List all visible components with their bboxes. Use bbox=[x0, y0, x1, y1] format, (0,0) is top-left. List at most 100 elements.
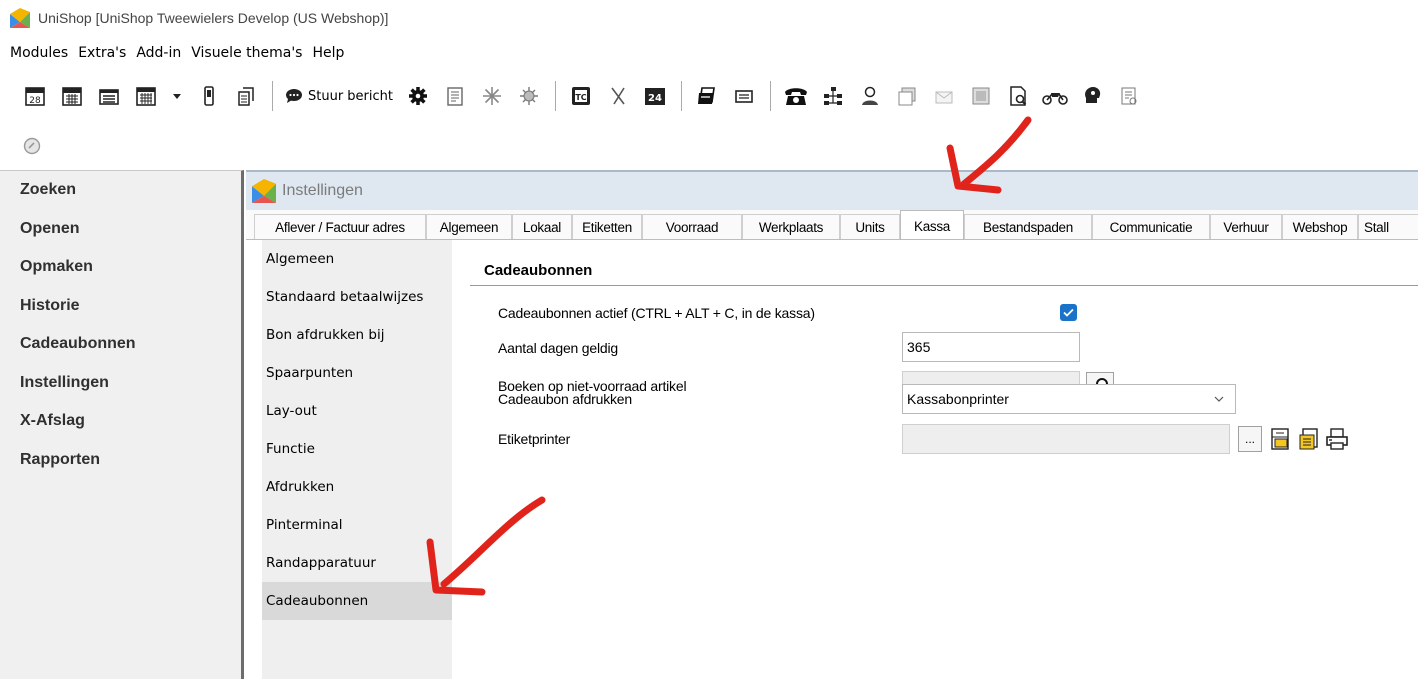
send-message-label: Stuur bericht bbox=[308, 88, 393, 104]
toolbar-separator bbox=[272, 81, 273, 111]
x-tool-icon[interactable] bbox=[605, 83, 631, 109]
printer-icon[interactable] bbox=[1324, 426, 1350, 452]
calendar-day-icon[interactable]: 28 bbox=[22, 83, 48, 109]
tab-algemeen[interactable]: Algemeen bbox=[426, 214, 512, 239]
send-message-button[interactable]: Stuur bericht bbox=[285, 88, 393, 104]
title-bar: UniShop [UniShop Tweewielers Develop (US… bbox=[0, 0, 1418, 36]
label-printer-browse-button[interactable]: ... bbox=[1238, 426, 1262, 452]
24-icon[interactable]: 24 bbox=[642, 83, 668, 109]
printer-copy-icon[interactable] bbox=[1296, 426, 1322, 452]
print-giftcard-label: Cadeaubon afdrukken bbox=[498, 391, 632, 407]
telephone-icon[interactable] bbox=[783, 83, 809, 109]
tab-stall[interactable]: Stall bbox=[1358, 214, 1418, 239]
calendar-month-icon[interactable] bbox=[96, 83, 122, 109]
phone-device-icon[interactable] bbox=[196, 83, 222, 109]
window-title: UniShop [UniShop Tweewielers Develop (US… bbox=[38, 10, 389, 26]
settings-title-bar: Instellingen bbox=[246, 170, 1418, 210]
svg-text:24: 24 bbox=[648, 93, 662, 104]
printer-setup-icon[interactable] bbox=[1268, 426, 1294, 452]
subnav-item-bon-afdrukken-bij[interactable]: Bon afdrukken bij bbox=[262, 316, 452, 354]
calendar-grid-icon[interactable] bbox=[133, 83, 159, 109]
unishop-logo-icon bbox=[252, 179, 276, 203]
gear-icon[interactable] bbox=[405, 83, 431, 109]
toolbar-separator bbox=[681, 81, 682, 111]
motorbike-icon[interactable] bbox=[1042, 83, 1068, 109]
tab-aflever-factuur-adres[interactable]: Aflever / Factuur adres bbox=[254, 214, 426, 239]
days-valid-input[interactable]: 365 bbox=[902, 332, 1080, 362]
menu-modules[interactable]: Modules bbox=[10, 45, 68, 61]
print-giftcard-value: Kassabonprinter bbox=[907, 391, 1009, 407]
label-printer-input[interactable] bbox=[902, 424, 1230, 454]
bug-icon[interactable] bbox=[516, 83, 542, 109]
nav-item-openen[interactable]: Openen bbox=[0, 210, 241, 249]
person-icon[interactable] bbox=[857, 83, 883, 109]
svg-text:28: 28 bbox=[29, 96, 41, 106]
page-search-icon[interactable] bbox=[1005, 83, 1031, 109]
grid-icon[interactable] bbox=[968, 83, 994, 109]
tab-voorraad[interactable]: Voorraad bbox=[642, 214, 742, 239]
checkmark-icon bbox=[1063, 308, 1074, 317]
tab-etiketten[interactable]: Etiketten bbox=[572, 214, 642, 239]
label-printer-label: Etiketprinter bbox=[498, 431, 571, 447]
menu-extras[interactable]: Extra's bbox=[78, 45, 126, 61]
menu-bar: Modules Extra's Add-in Visuele thema's H… bbox=[0, 40, 354, 66]
head-icon[interactable] bbox=[1079, 83, 1105, 109]
chevron-down-icon bbox=[1214, 396, 1224, 402]
nav-item-historie[interactable]: Historie bbox=[0, 287, 241, 326]
tab-kassa[interactable]: Kassa bbox=[900, 210, 964, 239]
nav-item-x-afslag[interactable]: X-Afslag bbox=[0, 402, 241, 441]
tab-werkplaats[interactable]: Werkplaats bbox=[742, 214, 840, 239]
giftcard-active-checkbox[interactable] bbox=[1060, 304, 1077, 321]
nav-item-instellingen[interactable]: Instellingen bbox=[0, 364, 241, 403]
menu-help[interactable]: Help bbox=[312, 45, 344, 61]
list-icon[interactable] bbox=[1116, 83, 1142, 109]
menu-visual-themes[interactable]: Visuele thema's bbox=[191, 45, 302, 61]
subnav-item-standaard-betaalwijzes[interactable]: Standaard betaalwijzes bbox=[262, 278, 452, 316]
tab-communicatie[interactable]: Communicatie bbox=[1092, 214, 1210, 239]
subnav-item-spaarpunten[interactable]: Spaarpunten bbox=[262, 354, 452, 392]
dropdown-arrow-icon[interactable] bbox=[170, 83, 184, 109]
nav-item-opmaken[interactable]: Opmaken bbox=[0, 248, 241, 287]
subnav-item-pinterminal[interactable]: Pinterminal bbox=[262, 506, 452, 544]
subnav-item-functie[interactable]: Functie bbox=[262, 430, 452, 468]
subnav-item-cadeaubonnen[interactable]: Cadeaubonnen bbox=[262, 582, 452, 620]
tab-units[interactable]: Units bbox=[840, 214, 900, 239]
subnav-item-algemeen[interactable]: Algemeen bbox=[262, 240, 452, 278]
window-icon[interactable] bbox=[894, 83, 920, 109]
speech-bubble-icon bbox=[286, 89, 302, 103]
subnav-item-lay-out[interactable]: Lay-out bbox=[262, 392, 452, 430]
tab-strip: Aflever / Factuur adres Algemeen Lokaal … bbox=[246, 210, 1418, 240]
memo-icon[interactable] bbox=[442, 83, 468, 109]
card-icon[interactable] bbox=[731, 83, 757, 109]
nav-item-zoeken[interactable]: Zoeken bbox=[0, 171, 241, 210]
toolbar: 28 Stuur bericht TC 24 bbox=[0, 76, 1418, 116]
svg-text:TC: TC bbox=[575, 93, 586, 102]
giftcard-active-label: Cadeaubonnen actief (CTRL + ALT + C, in … bbox=[498, 305, 815, 321]
settings-content: Cadeaubonnen Cadeaubonnen actief (CTRL +… bbox=[470, 240, 1418, 679]
printer-stack-icon[interactable] bbox=[694, 83, 720, 109]
settings-subnav: Algemeen Standaard betaalwijzes Bon afdr… bbox=[262, 240, 452, 679]
menu-add-in[interactable]: Add-in bbox=[136, 45, 181, 61]
tab-lokaal[interactable]: Lokaal bbox=[512, 214, 572, 239]
document-copy-icon[interactable] bbox=[233, 83, 259, 109]
subnav-item-afdrukken[interactable]: Afdrukken bbox=[262, 468, 452, 506]
tc-icon[interactable]: TC bbox=[568, 83, 594, 109]
unishop-logo-icon bbox=[10, 8, 30, 28]
status-circle-icon[interactable] bbox=[22, 136, 44, 158]
toolbar-separator bbox=[770, 81, 771, 111]
envelope-icon[interactable] bbox=[931, 83, 957, 109]
settings-title: Instellingen bbox=[282, 182, 363, 199]
tab-webshop[interactable]: Webshop bbox=[1282, 214, 1358, 239]
settings-window: Instellingen Aflever / Factuur adres Alg… bbox=[246, 170, 1418, 679]
nav-item-rapporten[interactable]: Rapporten bbox=[0, 441, 241, 480]
nav-item-cadeaubonnen[interactable]: Cadeaubonnen bbox=[0, 325, 241, 364]
tab-verhuur[interactable]: Verhuur bbox=[1210, 214, 1282, 239]
print-giftcard-select[interactable]: Kassabonprinter bbox=[902, 384, 1236, 414]
tab-bestandspaden[interactable]: Bestandspaden bbox=[964, 214, 1092, 239]
calendar-week-icon[interactable] bbox=[59, 83, 85, 109]
sparkle-icon[interactable] bbox=[479, 83, 505, 109]
toolbar-separator bbox=[555, 81, 556, 111]
left-navigation: Zoeken Openen Opmaken Historie Cadeaubon… bbox=[0, 170, 244, 679]
subnav-item-randapparatuur[interactable]: Randapparatuur bbox=[262, 544, 452, 582]
network-icon[interactable] bbox=[820, 83, 846, 109]
